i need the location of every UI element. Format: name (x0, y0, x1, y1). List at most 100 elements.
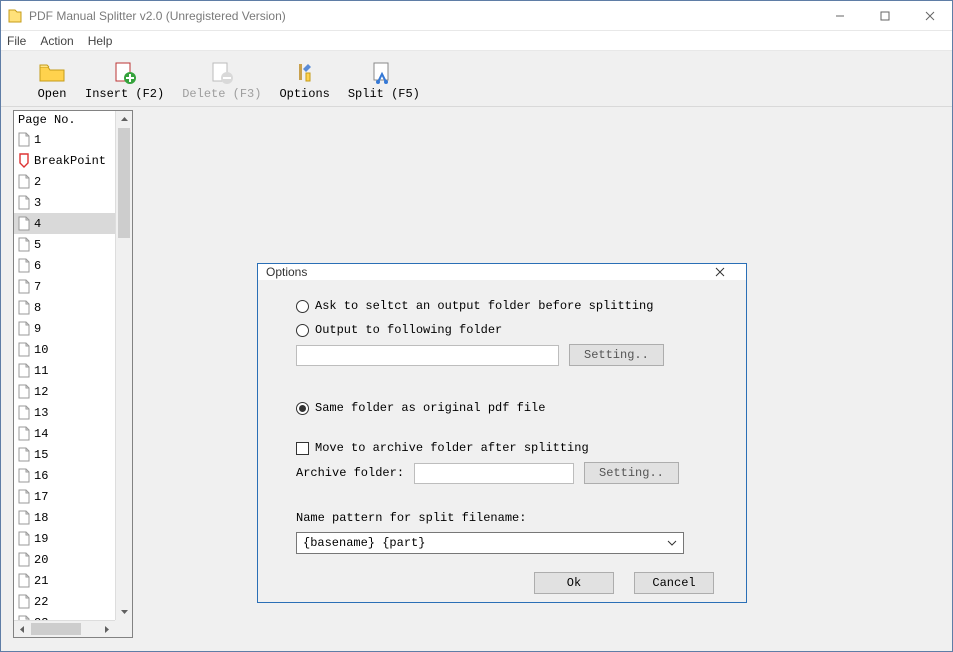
maximize-button[interactable] (862, 1, 907, 31)
close-button[interactable] (907, 1, 952, 31)
list-item-label: 13 (34, 406, 48, 420)
label-same-folder: Same folder as original pdf file (315, 401, 545, 415)
output-folder-setting-button[interactable]: Setting.. (569, 344, 664, 366)
archive-folder-field[interactable] (414, 463, 574, 484)
name-pattern-select[interactable]: {basename} {part} (296, 532, 684, 554)
menu-action[interactable]: Action (40, 34, 73, 48)
page-icon (17, 468, 31, 484)
page-icon (17, 405, 31, 421)
toolbar-insert[interactable]: Insert (F2) (79, 55, 170, 103)
page-icon (17, 426, 31, 442)
output-folder-field[interactable] (296, 345, 559, 366)
toolbar-open-label: Open (38, 87, 67, 101)
open-folder-icon (37, 57, 67, 87)
radio-ask-folder[interactable] (296, 300, 309, 313)
page-list-vscroll[interactable] (115, 111, 132, 620)
archive-folder-setting-button[interactable]: Setting.. (584, 462, 679, 484)
scroll-down-button[interactable] (116, 603, 132, 620)
page-icon (17, 384, 31, 400)
list-item-label: 21 (34, 574, 48, 588)
toolbar-open[interactable]: Open (31, 55, 73, 103)
page-icon (17, 279, 31, 295)
app-icon (7, 8, 23, 24)
scroll-right-button[interactable] (98, 621, 115, 637)
list-item-label: 11 (34, 364, 48, 378)
page-icon (17, 342, 31, 358)
page-list-panel: Page No. 1BreakPoint23456789101112131415… (13, 110, 133, 638)
page-icon (17, 300, 31, 316)
page-icon (17, 552, 31, 568)
dialog-title: Options (266, 265, 702, 279)
radio-output-folder[interactable] (296, 324, 309, 337)
radio-same-folder[interactable] (296, 402, 309, 415)
scroll-left-button[interactable] (14, 621, 31, 637)
toolbar-delete: Delete (F3) (176, 55, 267, 103)
toolbar-split-label: Split (F5) (348, 87, 420, 101)
breakpoint-icon (17, 153, 31, 169)
toolbar: Open Insert (F2) Delete (F3) Options Spl… (1, 51, 952, 107)
page-icon (17, 258, 31, 274)
list-item-label: 12 (34, 385, 48, 399)
list-item-label: 3 (34, 196, 41, 210)
dialog-titlebar: Options (258, 264, 746, 280)
list-item-label: 19 (34, 532, 48, 546)
scroll-thumb-h[interactable] (31, 623, 81, 635)
page-icon (17, 531, 31, 547)
menu-file[interactable]: File (7, 34, 26, 48)
list-item-label: 17 (34, 490, 48, 504)
menubar: File Action Help (1, 31, 952, 51)
toolbar-insert-label: Insert (F2) (85, 87, 164, 101)
list-item-label: 15 (34, 448, 48, 462)
list-item-label: 18 (34, 511, 48, 525)
page-icon (17, 363, 31, 379)
list-item-label: 2 (34, 175, 41, 189)
label-archive-folder: Archive folder: (296, 466, 404, 480)
dialog-close-button[interactable] (702, 264, 738, 280)
options-icon (290, 57, 320, 87)
page-icon (17, 132, 31, 148)
page-icon (17, 216, 31, 232)
checkbox-move-archive[interactable] (296, 442, 309, 455)
content-area: Page No. 1BreakPoint23456789101112131415… (2, 108, 951, 650)
page-icon (17, 510, 31, 526)
label-name-pattern: Name pattern for split filename: (296, 511, 526, 525)
list-item-label: BreakPoint (34, 154, 106, 168)
list-item-label: 10 (34, 343, 48, 357)
list-item-label: 6 (34, 259, 41, 273)
page-icon (17, 174, 31, 190)
list-item-label: 22 (34, 595, 48, 609)
list-item-label: 7 (34, 280, 41, 294)
list-item-label: 9 (34, 322, 41, 336)
cancel-button[interactable]: Cancel (634, 572, 714, 594)
ok-button[interactable]: Ok (534, 572, 614, 594)
list-item-label: 8 (34, 301, 41, 315)
page-icon (17, 321, 31, 337)
label-move-archive: Move to archive folder after splitting (315, 441, 589, 455)
minimize-button[interactable] (817, 1, 862, 31)
label-output-folder: Output to following folder (315, 323, 502, 337)
list-item-label: 5 (34, 238, 41, 252)
options-dialog: Options Ask to seltct an output folder b… (257, 263, 747, 603)
titlebar: PDF Manual Splitter v2.0 (Unregistered V… (1, 1, 952, 31)
scroll-up-button[interactable] (116, 111, 132, 128)
toolbar-split[interactable]: Split (F5) (342, 55, 426, 103)
page-icon (17, 594, 31, 610)
delete-icon (207, 57, 237, 87)
list-item-label: 16 (34, 469, 48, 483)
page-list-hscroll[interactable] (14, 620, 115, 637)
split-icon (369, 57, 399, 87)
window-title: PDF Manual Splitter v2.0 (Unregistered V… (29, 9, 817, 23)
toolbar-delete-label: Delete (F3) (182, 87, 261, 101)
menu-help[interactable]: Help (88, 34, 113, 48)
chevron-down-icon (667, 538, 677, 552)
list-item-label: 4 (34, 217, 41, 231)
insert-icon (110, 57, 140, 87)
list-item-label: 1 (34, 133, 41, 147)
toolbar-options-label: Options (279, 87, 329, 101)
list-item-label: 14 (34, 427, 48, 441)
scroll-thumb-v[interactable] (118, 128, 130, 238)
name-pattern-value: {basename} {part} (303, 536, 425, 550)
page-icon (17, 489, 31, 505)
page-icon (17, 447, 31, 463)
toolbar-options[interactable]: Options (273, 55, 335, 103)
